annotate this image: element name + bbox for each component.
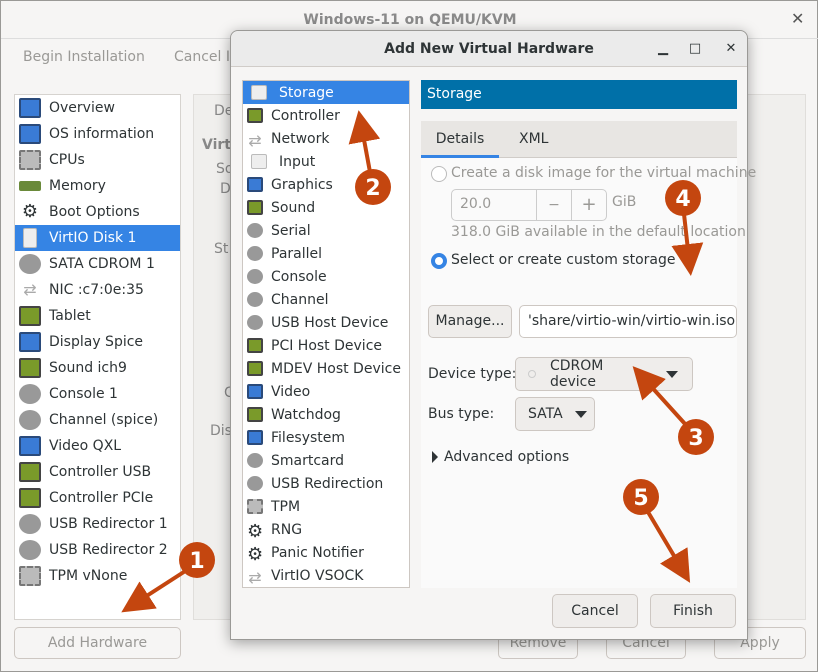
annotation-3: 3 [632,366,714,455]
svg-text:5: 5 [633,486,648,511]
svg-text:2: 2 [365,176,380,201]
svg-text:3: 3 [688,426,703,451]
annotation-overlay: 1 2 3 4 5 [121,110,714,613]
annotation-5: 5 [623,479,691,583]
svg-text:1: 1 [189,549,204,574]
annotation-4: 4 [665,180,704,276]
svg-text:4: 4 [675,187,690,212]
annotation-1: 1 [121,542,215,613]
annotation-2: 2 [348,110,391,205]
